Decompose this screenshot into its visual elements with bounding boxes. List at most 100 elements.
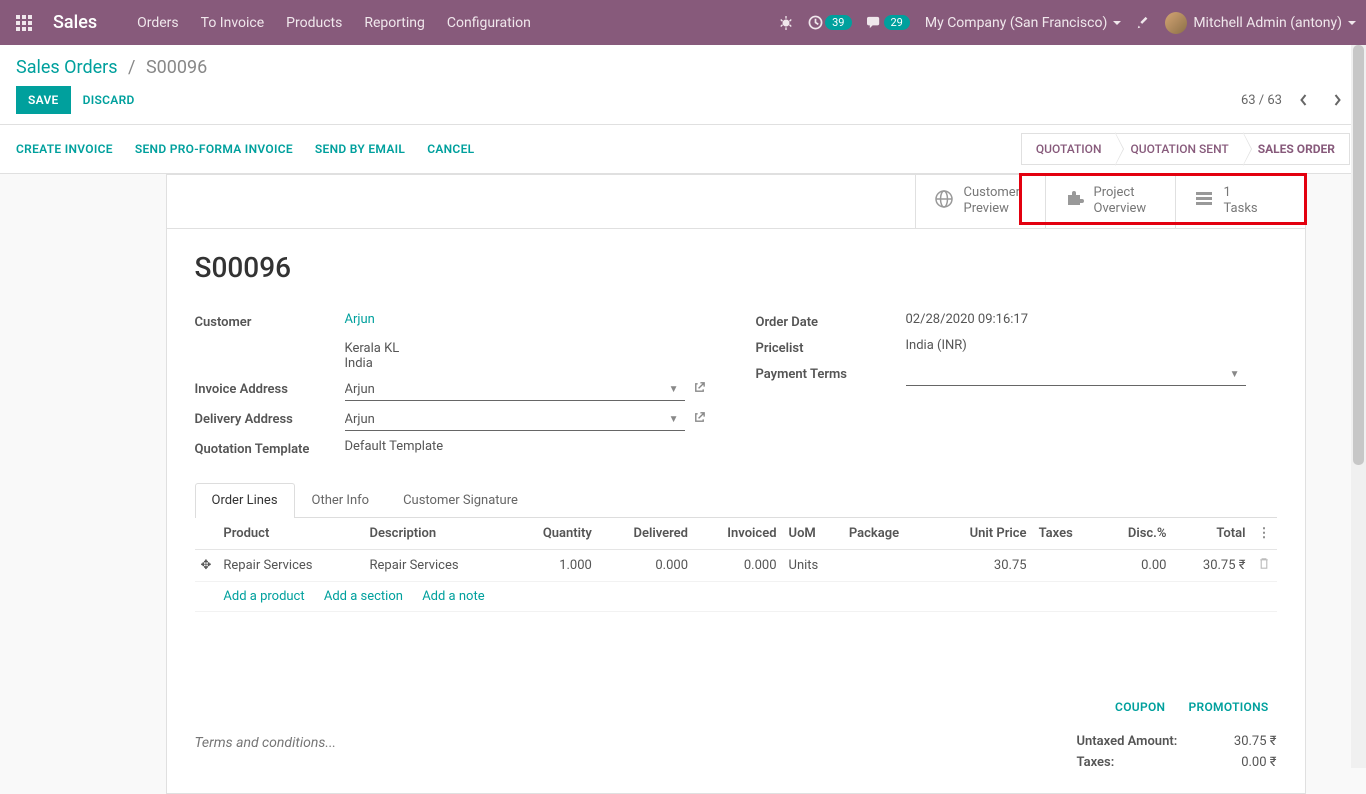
cell-product[interactable]: Repair Services xyxy=(217,549,363,581)
tools-icon[interactable] xyxy=(1136,16,1150,30)
nav-reporting[interactable]: Reporting xyxy=(364,15,425,31)
th-product: Product xyxy=(217,518,363,550)
tab-order-lines[interactable]: Order Lines xyxy=(195,483,295,518)
cell-invoiced[interactable]: 0.000 xyxy=(694,549,783,581)
tab-other-info[interactable]: Other Info xyxy=(295,483,387,517)
cell-taxes[interactable] xyxy=(1033,549,1100,581)
pricelist-value[interactable]: India (INR) xyxy=(906,338,1277,353)
payment-terms-input[interactable] xyxy=(906,367,1224,382)
status-quotation-sent[interactable]: QUOTATION SENT xyxy=(1116,133,1243,165)
debug-icon[interactable] xyxy=(779,16,793,30)
status-sales-order[interactable]: SALES ORDER xyxy=(1244,133,1350,165)
breadcrumb-current: S00096 xyxy=(146,57,207,78)
table-row[interactable]: ✥ Repair Services Repair Services 1.000 … xyxy=(195,549,1277,581)
cell-description[interactable]: Repair Services xyxy=(364,549,510,581)
scrollbar-thumb[interactable] xyxy=(1353,45,1364,465)
nav-products[interactable]: Products xyxy=(286,15,342,31)
th-disc: Disc.% xyxy=(1099,518,1172,550)
cell-uom[interactable]: Units xyxy=(783,549,843,581)
th-total: Total xyxy=(1172,518,1251,550)
tab-customer-signature[interactable]: Customer Signature xyxy=(386,483,535,517)
trash-icon[interactable] xyxy=(1252,549,1277,581)
chevron-down-icon[interactable]: ▼ xyxy=(1230,369,1240,380)
coupon-button[interactable]: COUPON xyxy=(1115,700,1165,714)
apps-icon[interactable] xyxy=(10,9,38,37)
pager-next[interactable] xyxy=(1324,87,1350,113)
user-name: Mitchell Admin (antony) xyxy=(1193,15,1342,31)
user-menu[interactable]: Mitchell Admin (antony) xyxy=(1165,12,1356,34)
th-delivered: Delivered xyxy=(598,518,694,550)
delivery-address-label: Delivery Address xyxy=(195,409,345,427)
customer-link[interactable]: Arjun xyxy=(345,312,375,327)
promo-row: COUPON PROMOTIONS xyxy=(195,682,1277,721)
form-sheet: Customer Preview Project Overview 1 xyxy=(166,174,1306,794)
pager-prev[interactable] xyxy=(1290,87,1316,113)
breadcrumb-root[interactable]: Sales Orders xyxy=(16,57,118,78)
nav-orders[interactable]: Orders xyxy=(137,15,179,31)
discard-button[interactable]: DISCARD xyxy=(83,93,135,107)
control-panel: Sales Orders / S00096 SAVE DISCARD 63 / … xyxy=(0,45,1366,125)
status-quotation[interactable]: QUOTATION xyxy=(1021,133,1117,165)
order-date-value[interactable]: 02/28/2020 09:16:17 xyxy=(906,312,1277,327)
add-note-link[interactable]: Add a note xyxy=(422,589,484,604)
activities-badge: 39 xyxy=(825,15,851,30)
promotions-button[interactable]: PROMOTIONS xyxy=(1189,700,1269,714)
cancel-button[interactable]: CANCEL xyxy=(427,142,474,156)
record-title: S00096 xyxy=(195,251,1277,284)
pricelist-label: Pricelist xyxy=(756,338,906,356)
cell-delivered[interactable]: 0.000 xyxy=(598,549,694,581)
tasks-icon xyxy=(1194,189,1214,213)
untaxed-label: Untaxed Amount: xyxy=(1077,734,1178,749)
quotation-template-label: Quotation Template xyxy=(195,439,345,457)
cell-disc[interactable]: 0.00 xyxy=(1099,549,1172,581)
kebab-icon[interactable]: ⋮ xyxy=(1258,526,1271,541)
chevron-down-icon[interactable]: ▼ xyxy=(669,414,679,425)
stat-value: 1 xyxy=(1224,185,1258,201)
address-line: Kerala KL xyxy=(345,341,716,356)
cell-package[interactable] xyxy=(843,549,933,581)
cell-quantity[interactable]: 1.000 xyxy=(510,549,598,581)
cell-unit-price[interactable]: 30.75 xyxy=(933,549,1033,581)
avatar xyxy=(1165,12,1187,34)
th-invoiced: Invoiced xyxy=(694,518,783,550)
th-taxes: Taxes xyxy=(1033,518,1100,550)
drag-handle-icon[interactable]: ✥ xyxy=(195,549,218,581)
messages-icon[interactable]: 29 xyxy=(867,15,910,30)
puzzle-icon xyxy=(1064,189,1084,213)
terms-input[interactable] xyxy=(195,731,1077,755)
order-lines-table: Product Description Quantity Delivered I… xyxy=(195,518,1277,612)
app-brand[interactable]: Sales xyxy=(53,12,97,33)
external-link-icon[interactable] xyxy=(693,411,706,428)
invoice-address-input[interactable] xyxy=(345,382,663,397)
tabs: Order Lines Other Info Customer Signatur… xyxy=(195,483,1277,518)
th-description: Description xyxy=(364,518,510,550)
cell-total[interactable]: 30.75 ₹ xyxy=(1172,549,1251,581)
quotation-template-value[interactable]: Default Template xyxy=(345,439,716,454)
activities-icon[interactable]: 39 xyxy=(808,15,851,30)
action-bar: CREATE INVOICE SEND PRO-FORMA INVOICE SE… xyxy=(0,125,1366,174)
customer-preview-button[interactable]: Customer Preview xyxy=(915,175,1045,228)
pager-count[interactable]: 63 / 63 xyxy=(1241,93,1282,108)
send-email-button[interactable]: SEND BY EMAIL xyxy=(315,142,405,156)
project-overview-button[interactable]: Project Overview xyxy=(1045,175,1175,228)
stat-buttons: Customer Preview Project Overview 1 xyxy=(167,175,1305,229)
taxes-label: Taxes: xyxy=(1077,755,1115,770)
add-product-link[interactable]: Add a product xyxy=(223,589,304,604)
totals: Untaxed Amount: 30.75 ₹ Taxes: 0.00 ₹ xyxy=(1077,731,1277,773)
send-proforma-button[interactable]: SEND PRO-FORMA INVOICE xyxy=(135,142,293,156)
chevron-down-icon[interactable]: ▼ xyxy=(669,384,679,395)
chevron-down-icon xyxy=(1113,21,1121,25)
company-switcher[interactable]: My Company (San Francisco) xyxy=(925,15,1121,31)
nav-configuration[interactable]: Configuration xyxy=(447,15,531,31)
messages-badge: 29 xyxy=(884,15,910,30)
add-section-link[interactable]: Add a section xyxy=(324,589,403,604)
nav-to-invoice[interactable]: To Invoice xyxy=(201,15,265,31)
tasks-button[interactable]: 1 Tasks xyxy=(1175,175,1305,228)
untaxed-value: 30.75 ₹ xyxy=(1234,734,1277,749)
external-link-icon[interactable] xyxy=(693,381,706,398)
scrollbar[interactable] xyxy=(1351,45,1366,768)
save-button[interactable]: SAVE xyxy=(16,86,71,114)
breadcrumb-sep: / xyxy=(128,57,135,78)
delivery-address-input[interactable] xyxy=(345,412,663,427)
create-invoice-button[interactable]: CREATE INVOICE xyxy=(16,142,113,156)
